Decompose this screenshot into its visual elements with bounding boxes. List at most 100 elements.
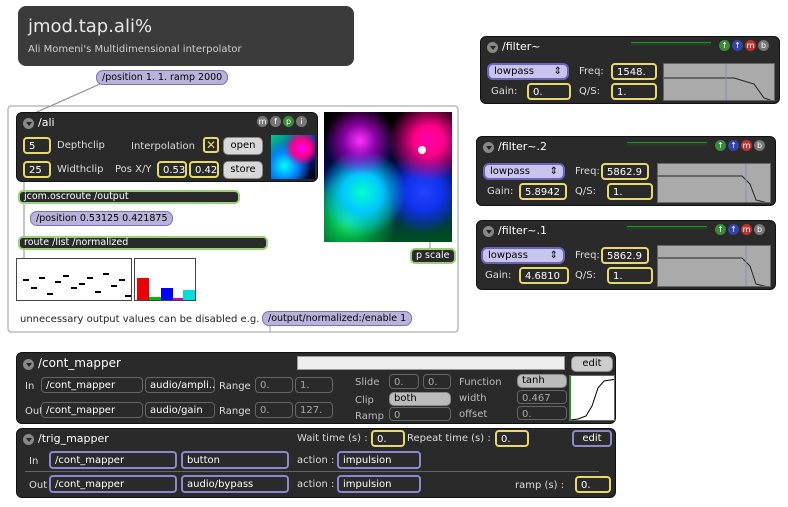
menu-arrow-icon[interactable] <box>487 41 498 53</box>
preview-icon[interactable]: p <box>283 116 294 127</box>
filter-response-graph-1 <box>663 63 775 101</box>
position-output-message[interactable]: /position 0.53125 0.421875 <box>30 211 174 226</box>
menu-arrow-icon[interactable] <box>23 358 34 370</box>
up-icon[interactable]: ↑ <box>715 224 726 235</box>
trig-in-module[interactable]: /cont_mapper <box>49 451 177 469</box>
filter-title-2[interactable]: /filter~.2 <box>483 140 547 153</box>
multislider-display[interactable] <box>16 258 132 301</box>
store-button[interactable]: store <box>223 161 263 179</box>
qs-input-1[interactable]: 1. <box>611 83 657 100</box>
gain-label-2: Gain: <box>487 186 514 197</box>
cont-in-param[interactable]: audio/ampli.. <box>145 377 215 393</box>
ali-title[interactable]: /ali <box>23 116 55 129</box>
cont-out-module[interactable]: /cont_mapper <box>41 402 143 418</box>
route-object[interactable]: route /list /normalized <box>18 236 268 250</box>
divider <box>25 471 599 472</box>
widthclip-label: Widthclip <box>57 164 104 175</box>
slide-b-input[interactable]: 0. <box>423 374 451 389</box>
filter-title-1[interactable]: /filter~ <box>487 40 541 53</box>
gain-input-2[interactable]: 5.8942 <box>519 183 567 200</box>
cont-out-param[interactable]: audio/gain <box>145 402 215 418</box>
trig-in-param[interactable]: button <box>181 451 289 469</box>
p-scale-object[interactable]: p scale <box>410 248 456 264</box>
width-input[interactable]: 0.467 <box>517 390 567 404</box>
gain-input-1[interactable]: 0. <box>527 83 571 100</box>
ali-name: /ali <box>38 116 55 129</box>
filter-icons-2: ↑ ↑ m b <box>713 140 765 151</box>
filter-type-dropdown-3[interactable]: lowpass ⇕ <box>481 247 565 264</box>
qs-input-3[interactable]: 1. <box>607 267 653 284</box>
clip-menu[interactable]: both <box>389 392 451 406</box>
mute-icon[interactable]: m <box>741 140 752 151</box>
posxy-label: Pos X/Y <box>115 164 152 175</box>
slide-label: Slide <box>355 377 380 388</box>
down-icon[interactable]: ↑ <box>732 40 743 51</box>
repeat-time-input[interactable]: 0. <box>495 430 529 447</box>
cont-in-range-hi[interactable]: 1. <box>295 377 333 393</box>
enable-message[interactable]: /output/normalized:/enable 1 <box>262 311 413 326</box>
trig-mapper-module: /trig_mapper Wait time (s) : 0. Repeat t… <box>16 428 616 498</box>
offset-input[interactable]: 0. <box>517 406 567 420</box>
cont-in-label: In <box>25 381 35 392</box>
trig-in-action[interactable]: impulsion <box>337 451 421 469</box>
pos-x-input[interactable]: 0.53 <box>157 161 187 178</box>
menu-arrow-icon[interactable] <box>23 433 34 445</box>
mute-icon[interactable]: m <box>741 224 752 235</box>
position-cursor[interactable] <box>418 146 426 154</box>
depthclip-label: Depthclip <box>57 140 105 151</box>
cont-out-range-lo[interactable]: 0. <box>255 402 293 418</box>
position-message[interactable]: /position 1. 1. ramp 2000 <box>96 70 229 85</box>
down-icon[interactable]: ↑ <box>728 140 739 151</box>
inspector-icon[interactable]: i <box>296 116 307 127</box>
freq-input-2[interactable]: 5862.9 <box>601 163 649 180</box>
interpolation-space-display[interactable] <box>324 112 452 242</box>
function-menu[interactable]: tanh <box>517 374 567 388</box>
qs-input-2[interactable]: 1. <box>607 183 653 200</box>
function-label: Function <box>459 377 502 388</box>
dropdown-arrows-icon: ⇕ <box>549 166 558 177</box>
trig-out-param[interactable]: audio/bypass <box>181 475 289 493</box>
widthclip-input[interactable]: 25 <box>23 161 51 178</box>
bar-display <box>134 258 196 301</box>
trig-ramp-input[interactable]: 0. <box>575 476 611 493</box>
gain-input-3[interactable]: 4.6810 <box>519 267 569 284</box>
filter-icons-1: ↑ ↑ m b <box>717 40 769 51</box>
freeze-icon[interactable]: f <box>270 116 281 127</box>
mute-icon[interactable]: m <box>745 40 756 51</box>
cont-in-range-lo[interactable]: 0. <box>255 377 293 393</box>
filter-type-dropdown-2[interactable]: lowpass ⇕ <box>483 163 565 180</box>
up-icon[interactable]: ↑ <box>715 140 726 151</box>
freq-input-1[interactable]: 1548. <box>611 63 657 80</box>
cont-mapper-title[interactable]: /cont_mapper <box>23 356 121 370</box>
freq-input-3[interactable]: 5862.9 <box>601 247 649 264</box>
interpolation-toggle[interactable]: ✕ <box>203 137 219 153</box>
trig-out-module[interactable]: /cont_mapper <box>49 475 177 493</box>
down-icon[interactable]: ↑ <box>728 224 739 235</box>
mute-icon[interactable]: m <box>257 116 268 127</box>
menu-arrow-icon[interactable] <box>483 225 494 237</box>
trig-out-action[interactable]: impulsion <box>337 475 421 493</box>
bypass-icon[interactable]: b <box>754 140 765 151</box>
wait-time-input[interactable]: 0. <box>371 430 405 447</box>
filter-type-dropdown-1[interactable]: lowpass ⇕ <box>487 63 569 80</box>
trig-mapper-name: /trig_mapper <box>38 432 109 445</box>
cont-out-range-hi[interactable]: 127. <box>295 402 333 418</box>
ramp-input[interactable]: 0 <box>389 407 451 421</box>
filter-title-3[interactable]: /filter~.1 <box>483 224 547 237</box>
up-icon[interactable]: ↑ <box>719 40 730 51</box>
cont-mapper-module: /cont_mapper edit In /cont_mapper audio/… <box>16 352 616 424</box>
trig-mapper-edit-button[interactable]: edit <box>572 430 612 447</box>
depthclip-input[interactable]: 5 <box>23 137 51 154</box>
trig-out-action-label: action : <box>297 479 335 490</box>
cont-in-module[interactable]: /cont_mapper <box>41 377 143 393</box>
cont-mapper-edit-button[interactable]: edit <box>571 356 613 372</box>
slide-a-input[interactable]: 0. <box>389 374 419 389</box>
open-button[interactable]: open <box>223 137 263 155</box>
trig-mapper-title[interactable]: /trig_mapper <box>23 432 109 445</box>
oscroute-object[interactable]: jcom.oscroute /output <box>18 190 240 204</box>
menu-arrow-icon[interactable] <box>23 117 34 129</box>
menu-arrow-icon[interactable] <box>483 141 494 153</box>
bypass-icon[interactable]: b <box>758 40 769 51</box>
pos-y-input[interactable]: 0.42 <box>189 161 219 178</box>
bypass-icon[interactable]: b <box>754 224 765 235</box>
